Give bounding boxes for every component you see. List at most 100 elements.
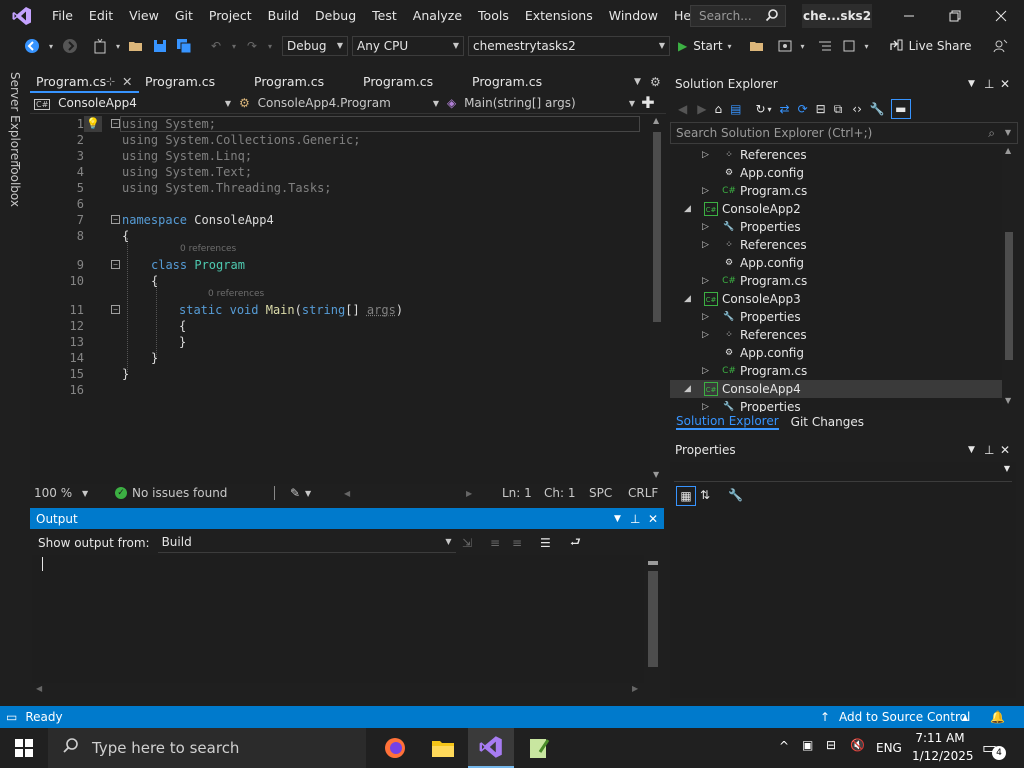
whitespace-indicator[interactable]: SPC <box>589 486 612 500</box>
collapsed-arrow-icon[interactable]: ▷ <box>702 326 709 344</box>
column-indicator[interactable]: Ch: 1 <box>544 486 575 500</box>
collapsed-arrow-icon[interactable]: ▷ <box>702 218 709 236</box>
collapsed-arrow-icon[interactable]: ▷ <box>702 362 709 380</box>
meet-now-icon[interactable]: ▣ <box>802 738 813 752</box>
line-ending-indicator[interactable]: CRLF <box>628 486 658 500</box>
search-input[interactable]: Search... <box>690 5 786 27</box>
tree-item[interactable]: ▷ C# Program.cs <box>670 272 1002 290</box>
browser-dropdown-icon[interactable]: ▾ <box>799 36 807 56</box>
collapsed-arrow-icon[interactable]: ▷ <box>702 182 709 200</box>
collapse-all-icon[interactable]: ⊟ <box>816 102 826 116</box>
scroll-down-icon[interactable]: ▼ <box>1005 396 1011 405</box>
zoom-dropdown-icon[interactable]: ▼ <box>82 489 88 498</box>
prev-message-icon[interactable]: ≡ <box>490 536 500 550</box>
firefox-app[interactable] <box>372 728 418 768</box>
expanded-arrow-icon[interactable]: ◢ <box>684 290 691 308</box>
new-dropdown-icon[interactable]: ▾ <box>114 36 122 56</box>
new-project-icon[interactable] <box>90 36 110 56</box>
tree-item[interactable]: ▷ ⁘ References <box>670 326 1002 344</box>
expanded-arrow-icon[interactable]: ◢ <box>684 200 691 218</box>
undo-icon[interactable]: ↶ <box>206 36 226 56</box>
tree-item[interactable]: ▷ C# Program.cs <box>670 182 1002 200</box>
collapsed-arrow-icon[interactable]: ▷ <box>702 146 709 164</box>
scrollbar-thumb[interactable] <box>1005 232 1013 360</box>
properties-wrench-icon[interactable]: 🔧 <box>870 102 885 116</box>
undo-dropdown-icon[interactable]: ▾ <box>230 36 238 56</box>
source-control-button[interactable]: Add to Source Control <box>839 710 970 724</box>
properties-object-select[interactable]: ▼ <box>674 464 1012 482</box>
file-explorer-app[interactable] <box>420 728 466 768</box>
preview-selected-icon[interactable]: ▬ <box>890 99 911 119</box>
output-source-select[interactable]: Build ▼ <box>157 533 456 553</box>
visual-studio-logo-icon[interactable] <box>0 0 44 32</box>
window-options-icon[interactable]: ▼ <box>968 79 975 89</box>
notepad-app[interactable] <box>516 728 562 768</box>
feedback-icon[interactable] <box>990 36 1010 56</box>
close-icon[interactable]: ✕ <box>1000 77 1010 91</box>
switch-views-icon[interactable]: ▤ <box>730 102 741 116</box>
member-navigation-select[interactable]: ◈ Main(string[] args) ▼ <box>443 93 639 114</box>
platform-select[interactable]: Any CPU ▼ <box>352 36 464 56</box>
start-dropdown-icon[interactable]: ▾ <box>725 36 735 56</box>
scroll-right-icon[interactable]: ▶ <box>632 684 638 693</box>
layout-dropdown-icon[interactable]: ▾ <box>863 36 871 56</box>
brush-icon[interactable]: ✎ <box>290 486 300 500</box>
menu-view[interactable]: View <box>121 0 167 32</box>
menu-edit[interactable]: Edit <box>81 0 121 32</box>
forward-icon[interactable]: ▶ <box>697 102 706 116</box>
tab-program-cs-4[interactable]: Program.cs <box>357 70 466 93</box>
maximize-button[interactable] <box>932 0 978 32</box>
browser-link-icon[interactable] <box>775 36 795 56</box>
tree-vertical-scrollbar[interactable]: ▲ ▼ <box>1002 146 1016 410</box>
clock-date[interactable]: 1/12/2025 <box>912 749 974 763</box>
pin-icon[interactable]: ⊥ <box>630 512 640 526</box>
volume-muted-icon[interactable]: 🔇 <box>850 738 865 752</box>
show-all-files-icon[interactable]: ⧉ <box>834 102 843 117</box>
code-editor[interactable]: 💡 1 2 3 4 5 6 7 8 9 10 11 12 13 14 15 16… <box>30 114 650 484</box>
tree-item[interactable]: ▷ ⁘ References <box>670 146 1002 164</box>
menu-debug[interactable]: Debug <box>307 0 364 32</box>
menu-git[interactable]: Git <box>167 0 201 32</box>
window-options-icon[interactable]: ▼ <box>614 514 621 524</box>
refresh-icon[interactable]: ⟳ <box>798 102 808 116</box>
sync-icon[interactable]: ⇄ <box>780 102 790 116</box>
pin-icon[interactable]: ⊹ <box>106 70 115 93</box>
issues-status[interactable]: No issues found <box>132 486 227 500</box>
layout-icon[interactable] <box>839 36 859 56</box>
scroll-up-icon[interactable]: ▲ <box>1005 146 1011 155</box>
tree-item[interactable]: ▷ C# Program.cs <box>670 362 1002 380</box>
output-vertical-scrollbar[interactable] <box>644 555 662 683</box>
clear-all-icon[interactable]: ☰ <box>540 536 551 550</box>
scroll-down-icon[interactable]: ▼ <box>653 470 659 479</box>
tree-item[interactable]: ◢ C# ConsoleApp3 <box>670 290 1002 308</box>
back-dropdown-icon[interactable]: ▾ <box>46 36 56 56</box>
view-code-icon[interactable]: ‹› <box>852 102 862 116</box>
solution-explorer-search[interactable]: Search Solution Explorer (Ctrl+;) ⌕ ▼ <box>670 122 1018 144</box>
tab-program-cs-1[interactable]: Program.cs ⊹ ✕ <box>30 70 139 93</box>
taskbar-search[interactable]: Type here to search <box>48 728 366 768</box>
search-options-icon[interactable]: ▼ <box>1005 123 1011 143</box>
toolbox-tab[interactable]: Toolbox <box>8 162 22 207</box>
notification-bell-icon[interactable]: 🔔 <box>990 710 1005 724</box>
collapsed-arrow-icon[interactable]: ▷ <box>702 308 709 326</box>
gear-icon[interactable]: ⚙ <box>650 75 661 89</box>
close-icon[interactable]: ✕ <box>648 512 658 526</box>
startup-project-select[interactable]: chemestrytasks2 ▼ <box>468 36 670 56</box>
menu-extensions[interactable]: Extensions <box>517 0 601 32</box>
next-message-icon[interactable]: ≡ <box>512 536 522 550</box>
clock-time[interactable]: 7:11 AM <box>914 731 966 745</box>
collapse-toggle[interactable]: − <box>111 305 120 314</box>
word-wrap-icon[interactable]: ⮐ <box>570 533 581 554</box>
forward-icon[interactable] <box>60 36 80 56</box>
scrollbar-thumb[interactable] <box>653 132 661 322</box>
tree-item[interactable]: ▷ ⁘ References <box>670 236 1002 254</box>
pin-icon[interactable]: ⊥ <box>984 77 994 91</box>
hscroll-right-icon[interactable]: ▶ <box>466 489 472 498</box>
close-button[interactable] <box>978 0 1024 32</box>
history-icon[interactable]: ↻ <box>755 102 765 116</box>
tab-program-cs-2[interactable]: Program.cs <box>139 70 248 93</box>
tray-overflow-icon[interactable]: ^ <box>779 739 789 753</box>
collapsed-arrow-icon[interactable]: ▷ <box>702 236 709 254</box>
line-indicator[interactable]: Ln: 1 <box>502 486 532 500</box>
alphabetical-icon[interactable]: ⇅ <box>700 488 710 502</box>
